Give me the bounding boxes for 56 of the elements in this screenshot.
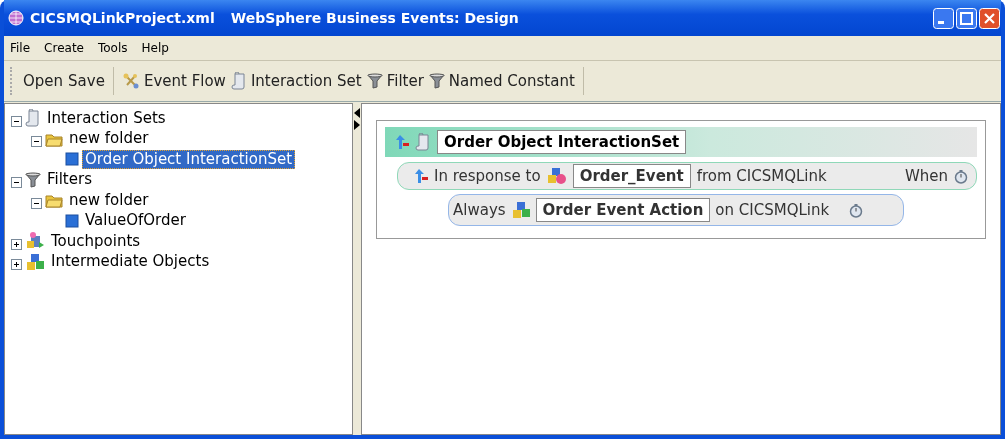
- collapse-toggle[interactable]: [11, 115, 22, 127]
- menu-item[interactable]: Tools: [97, 41, 128, 55]
- scroll-icon: [415, 133, 431, 151]
- tree-item[interactable]: Intermediate Objects: [48, 252, 213, 272]
- scroll-icon: [230, 72, 247, 90]
- scroll-icon: [25, 109, 41, 128]
- action-name-field[interactable]: Order Event Action: [535, 198, 711, 222]
- maximize-button[interactable]: [956, 7, 977, 29]
- collapse-toggle[interactable]: [11, 177, 22, 189]
- expand-toggle[interactable]: [11, 238, 22, 250]
- tree-item[interactable]: Interaction Sets: [44, 108, 169, 128]
- trigger-label: In response to: [434, 167, 541, 185]
- tree-item[interactable]: ValueOfOrder: [82, 211, 189, 231]
- toolbar-button[interactable]: Named Constant: [428, 72, 575, 90]
- event-name-field[interactable]: Order_Event: [572, 164, 691, 188]
- menu-item[interactable]: Create: [44, 41, 84, 55]
- globe-icon: [8, 10, 24, 26]
- expand-toggle[interactable]: [11, 259, 22, 271]
- toolbar-button[interactable]: Save: [68, 72, 105, 90]
- up-arrow-icon[interactable]: [414, 168, 428, 184]
- funnel-icon: [366, 73, 383, 89]
- funnel-icon: [428, 73, 445, 89]
- folder-icon: [45, 192, 63, 209]
- minimize-button[interactable]: [933, 7, 954, 29]
- stopwatch-icon[interactable]: [954, 168, 968, 184]
- tree-item[interactable]: new folder: [66, 190, 152, 210]
- window-title: WebSphere Business Events: Design: [230, 10, 519, 26]
- tree-item[interactable]: new folder: [66, 129, 152, 149]
- close-button[interactable]: [979, 7, 1000, 29]
- up-arrow-icon[interactable]: [395, 134, 409, 150]
- square-icon: [65, 213, 79, 228]
- target-label: on CICSMQLink: [715, 201, 830, 219]
- document-name: CICSMQLinkProject.xml: [30, 10, 215, 26]
- action-icon: [510, 201, 531, 219]
- stopwatch-icon[interactable]: [849, 202, 864, 218]
- objects-icon: [25, 252, 45, 271]
- touchpoint-icon: [25, 232, 45, 251]
- square-icon: [65, 152, 79, 167]
- tree-item[interactable]: Filters: [44, 170, 95, 190]
- flow-icon: [121, 72, 140, 90]
- toolbar-button[interactable]: Open: [23, 72, 64, 90]
- tree-item[interactable]: Order Object InteractionSet: [82, 149, 296, 169]
- collapse-toggle[interactable]: [31, 197, 42, 209]
- menu-item[interactable]: File: [10, 41, 31, 55]
- toolbar-button[interactable]: Interaction Set: [230, 72, 362, 90]
- event-icon: [546, 167, 567, 185]
- toolbar-button[interactable]: Filter: [366, 72, 424, 90]
- when-label: When: [904, 167, 948, 185]
- source-label: from CICSMQLink: [696, 167, 827, 185]
- menu-item[interactable]: Help: [141, 41, 169, 55]
- collapse-toggle[interactable]: [31, 136, 42, 148]
- name-field[interactable]: Order Object InteractionSet: [437, 130, 687, 154]
- funnel-icon: [25, 171, 41, 188]
- condition-label: Always: [453, 201, 506, 219]
- tree-item[interactable]: Touchpoints: [48, 231, 144, 251]
- toolbar-button[interactable]: Event Flow: [121, 72, 226, 90]
